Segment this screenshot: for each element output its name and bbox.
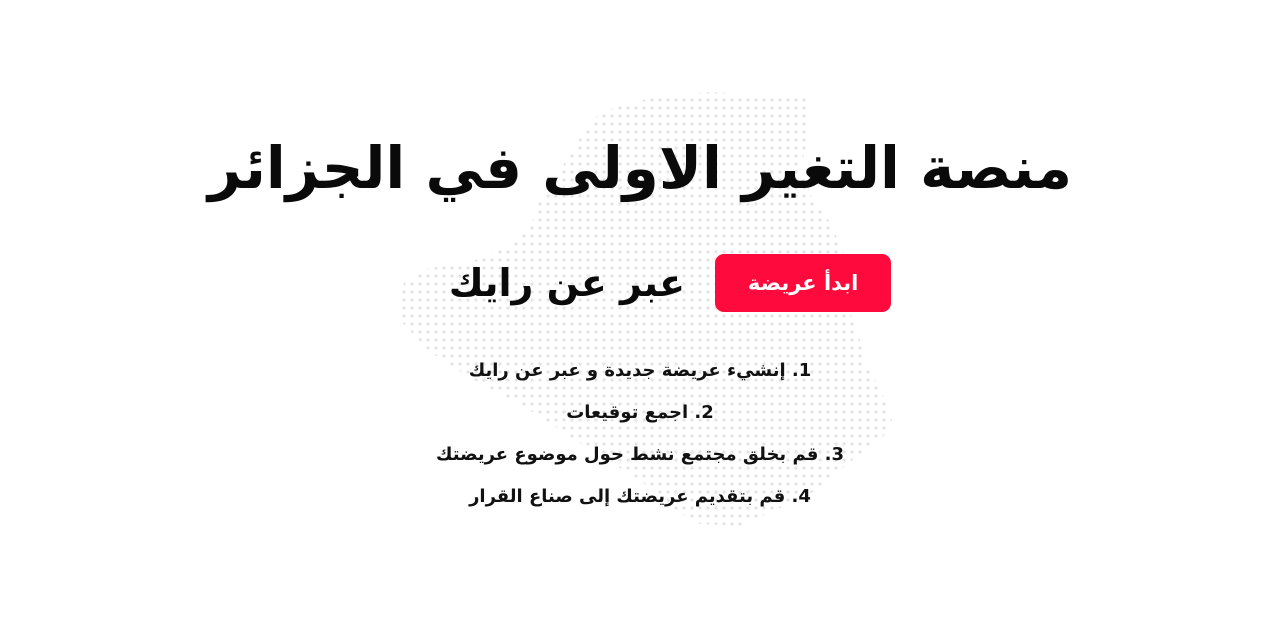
steps-list: 1. إنشيء عريضة جديدة و عبر عن رايك 2. اج… (0, 350, 1280, 518)
hero-headline: منصة التغير الاولى في الجزائر (207, 134, 1073, 202)
step-item-1: 1. إنشيء عريضة جديدة و عبر عن رايك (468, 360, 812, 381)
step-item-2: 2. اجمع توقيعات (566, 402, 714, 423)
hero-tagline: عبر عن رايك (448, 261, 686, 305)
step-item-4: 4. قم بتقديم عريضتك إلى صناع القرار (469, 486, 811, 507)
step-item-3: 3. قم بخلق مجتمع نشط حول موضوع عريضتك (436, 444, 844, 465)
start-petition-button[interactable]: ابدأ عريضة (715, 254, 892, 312)
hero-section: منصة التغير الاولى في الجزائر عبر عن راي… (0, 0, 1280, 640)
cta-row: عبر عن رايك ابدأ عريضة (0, 254, 1280, 312)
